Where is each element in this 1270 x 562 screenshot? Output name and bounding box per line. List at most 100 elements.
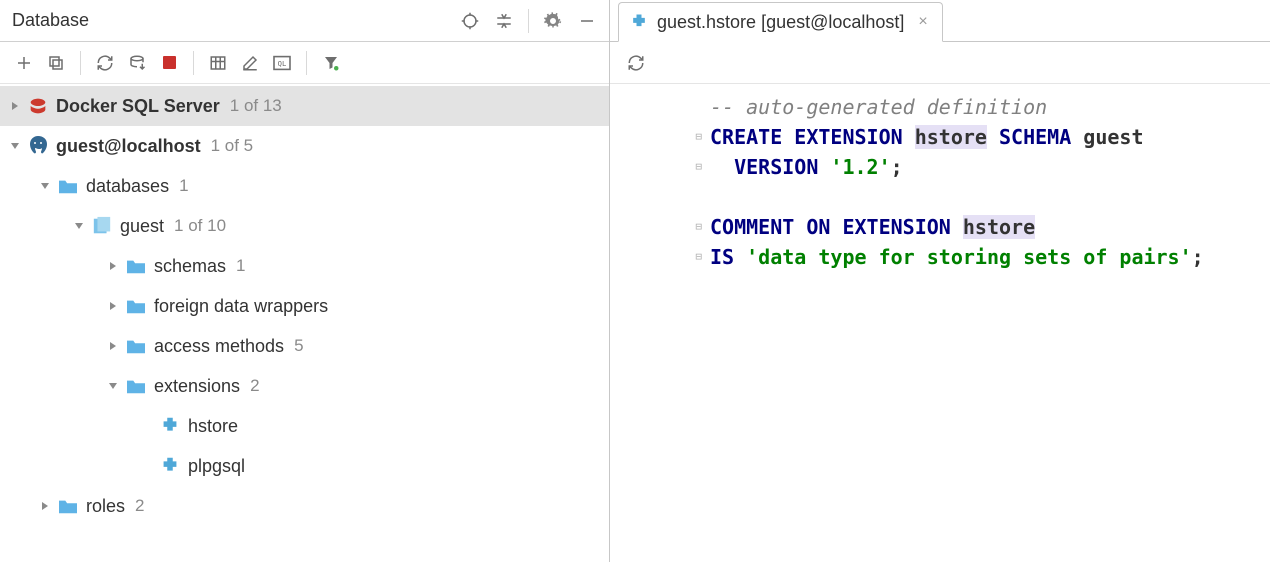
code-ident: hstore xyxy=(915,125,987,149)
tree-node-count: 1 of 10 xyxy=(174,216,226,236)
code-content[interactable]: -- auto-generated definition CREATE EXTE… xyxy=(710,92,1270,562)
tree-node-label: databases xyxy=(86,176,169,197)
panel-title: Database xyxy=(12,10,460,31)
chevron-right-icon[interactable] xyxy=(36,501,54,511)
tree-node-schemas[interactable]: schemas 1 xyxy=(0,246,609,286)
code-comment: -- auto-generated definition xyxy=(710,95,1047,119)
fold-marker-icon[interactable]: ⊟ xyxy=(695,212,702,242)
database-toolbar: QL xyxy=(0,42,609,84)
database-tool-window: Database xyxy=(0,0,610,562)
code-keyword: COMMENT ON EXTENSION xyxy=(710,215,963,239)
sqlserver-icon xyxy=(24,95,52,117)
editor-tab[interactable]: guest.hstore [guest@localhost] × xyxy=(618,2,943,42)
folder-icon xyxy=(122,257,150,275)
datasource-count: 1 of 5 xyxy=(211,136,254,156)
tree-node-count: 2 xyxy=(250,376,259,396)
refresh-button[interactable] xyxy=(91,49,119,77)
tree-node-label: extensions xyxy=(154,376,240,397)
tab-label: guest.hstore [guest@localhost] xyxy=(657,12,904,33)
code-indent xyxy=(710,155,734,179)
folder-icon xyxy=(122,337,150,355)
tree-node-extensions[interactable]: extensions 2 xyxy=(0,366,609,406)
tree-node-label: foreign data wrappers xyxy=(154,296,328,317)
tree-node-label: hstore xyxy=(188,416,238,437)
code-punc: ; xyxy=(891,155,903,179)
tree-node-label: schemas xyxy=(154,256,226,277)
fold-marker-icon[interactable]: ⊟ xyxy=(695,122,702,152)
folder-icon xyxy=(122,377,150,395)
editor-panel: guest.hstore [guest@localhost] × ⊟ ⊟ ⊟ ⊟… xyxy=(610,0,1270,562)
folder-icon xyxy=(54,497,82,515)
code-keyword: VERSION xyxy=(734,155,830,179)
fold-marker-icon[interactable]: ⊟ xyxy=(695,152,702,182)
panel-header: Database xyxy=(0,0,609,42)
code-keyword: IS xyxy=(710,245,746,269)
folder-icon xyxy=(122,297,150,315)
chevron-right-icon[interactable] xyxy=(104,261,122,271)
tree-node-label: roles xyxy=(86,496,125,517)
tree-node-databases[interactable]: databases 1 xyxy=(0,166,609,206)
code-keyword: SCHEMA xyxy=(987,125,1083,149)
tree-node-roles[interactable]: roles 2 xyxy=(0,486,609,526)
close-icon[interactable]: × xyxy=(918,13,927,31)
svg-text:QL: QL xyxy=(278,59,287,68)
chevron-down-icon[interactable] xyxy=(70,221,88,231)
console-button[interactable]: QL xyxy=(268,49,296,77)
panel-header-actions xyxy=(460,9,597,33)
separator xyxy=(193,51,194,75)
duplicate-button[interactable] xyxy=(42,49,70,77)
chevron-right-icon[interactable] xyxy=(104,341,122,351)
sql-editor[interactable]: ⊟ ⊟ ⊟ ⊟ -- auto-generated definition CRE… xyxy=(610,84,1270,562)
gear-icon[interactable] xyxy=(543,11,563,31)
target-icon[interactable] xyxy=(460,11,480,31)
postgres-icon xyxy=(24,134,52,158)
tree-node-fdw[interactable]: foreign data wrappers xyxy=(0,286,609,326)
tree-node-label: access methods xyxy=(154,336,284,357)
chevron-right-icon[interactable] xyxy=(104,301,122,311)
edit-button[interactable] xyxy=(236,49,264,77)
refresh-button[interactable] xyxy=(622,49,650,77)
editor-gutter: ⊟ ⊟ ⊟ ⊟ xyxy=(610,92,710,562)
minimize-icon[interactable] xyxy=(577,11,597,31)
filter-button[interactable] xyxy=(317,49,345,77)
tree-node-label: guest xyxy=(120,216,164,237)
sync-button[interactable] xyxy=(123,49,151,77)
tree-node-database[interactable]: guest 1 of 10 xyxy=(0,206,609,246)
separator xyxy=(528,9,529,33)
editor-toolbar xyxy=(610,42,1270,84)
datasource-label: guest@localhost xyxy=(56,136,201,157)
folder-icon xyxy=(54,177,82,195)
tree-node-count: 2 xyxy=(135,496,144,516)
code-ident: hstore xyxy=(963,215,1035,239)
tree-node-count: 1 xyxy=(179,176,188,196)
chevron-right-icon[interactable] xyxy=(6,101,24,111)
separator xyxy=(80,51,81,75)
database-tree[interactable]: Docker SQL Server 1 of 13 guest@localhos… xyxy=(0,84,609,562)
editor-tabbar: guest.hstore [guest@localhost] × xyxy=(610,0,1270,42)
tree-node-extension[interactable]: hstore xyxy=(0,406,609,446)
extension-icon xyxy=(156,415,184,437)
datasource-item[interactable]: Docker SQL Server 1 of 13 xyxy=(0,86,609,126)
database-icon xyxy=(88,216,116,236)
stop-button[interactable] xyxy=(155,49,183,77)
split-icon[interactable] xyxy=(494,11,514,31)
add-button[interactable] xyxy=(10,49,38,77)
tree-node-label: plpgsql xyxy=(188,456,245,477)
chevron-down-icon[interactable] xyxy=(6,141,24,151)
chevron-down-icon[interactable] xyxy=(36,181,54,191)
code-keyword: CREATE EXTENSION xyxy=(710,125,915,149)
extension-icon xyxy=(629,12,649,32)
chevron-down-icon[interactable] xyxy=(104,381,122,391)
datasource-item[interactable]: guest@localhost 1 of 5 xyxy=(0,126,609,166)
tree-node-extension[interactable]: plpgsql xyxy=(0,446,609,486)
tree-node-count: 5 xyxy=(294,336,303,356)
code-string: 'data type for storing sets of pairs' xyxy=(746,245,1192,269)
separator xyxy=(306,51,307,75)
tree-node-access-methods[interactable]: access methods 5 xyxy=(0,326,609,366)
code-string: '1.2' xyxy=(830,155,890,179)
fold-marker-icon[interactable]: ⊟ xyxy=(695,242,702,272)
table-button[interactable] xyxy=(204,49,232,77)
code-ident: guest xyxy=(1083,125,1143,149)
code-punc: ; xyxy=(1192,245,1204,269)
datasource-label: Docker SQL Server xyxy=(56,96,220,117)
